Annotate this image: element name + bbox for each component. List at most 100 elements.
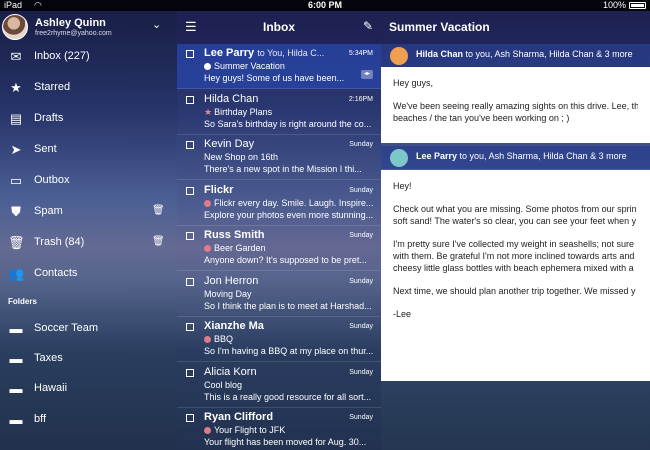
empty-spam-trash-icon[interactable]: 🗑 — [152, 205, 165, 216]
message-preview: This is a really good resource for all s… — [204, 391, 372, 402]
reading-pane: Summer Vacation Hilda Chan to you, Ash S… — [381, 11, 650, 450]
account-switcher[interactable]: Ashley Quinn free2rhyme@yahoo.com ⌄ — [0, 11, 177, 43]
outbox-tray-icon: ▭ — [9, 173, 23, 188]
recipients: to You, Hilda C... — [257, 48, 325, 58]
message-from: Russ Smith — [204, 229, 354, 241]
sender-name: Jon Herron — [204, 274, 259, 287]
message-from: Jon Herron — [204, 275, 354, 287]
folder-item-soccer-team[interactable]: ▬ Soccer Team — [0, 315, 177, 343]
chevron-down-icon[interactable]: ⌄ — [152, 18, 161, 31]
label-dot-icon — [204, 336, 211, 343]
sender-name: Flickr — [204, 183, 234, 196]
folder-icon: ▬ — [9, 381, 23, 396]
message-list-pane: ☰ Inbox ✎ Lee Parry to You, Hilda C... 5:… — [177, 11, 381, 450]
folder-icon: ▬ — [9, 351, 23, 366]
sidebar-item-label: Contacts — [34, 267, 78, 279]
message-checkbox[interactable] — [186, 95, 194, 104]
message-from: Xianzhe Ma — [204, 320, 354, 332]
sender-name: Hilda Chan — [204, 92, 259, 105]
sender-name: Lee Parry — [204, 47, 255, 59]
recipients: to you, Ash Sharma, Hilda Chan & 3 more — [459, 151, 627, 161]
sender-avatar — [390, 47, 408, 65]
sidebar-item-label: Inbox (227) — [34, 50, 90, 62]
message-time: Sunday — [349, 414, 373, 421]
message-row[interactable]: Kevin Day Sunday New Shop on 16th There's … — [177, 135, 381, 180]
sidebar-item-label: Drafts — [34, 112, 64, 124]
message-subject: Moving Day — [204, 289, 252, 299]
message-from: Ryan Clifford — [204, 411, 354, 423]
message-row[interactable]: Ryan Clifford Sunday Your Flight to JFK Yo… — [177, 408, 381, 450]
sidebar-item-drafts[interactable]: ▤ Drafts — [0, 105, 177, 133]
sidebar-item-label: Sent — [34, 143, 57, 155]
message-preview: Hey guys! Some of us have been... — [204, 73, 345, 83]
account-name: Ashley Quinn — [35, 17, 106, 29]
message-row[interactable]: Jon Herron Sunday Moving Day So I think th… — [177, 272, 381, 317]
message-from: Alicia Korn — [204, 366, 354, 378]
paper-plane-icon: ➤ — [10, 142, 22, 157]
sidebar-item-contacts[interactable]: 👥 Contacts — [0, 260, 177, 288]
folder-label: Taxes — [34, 352, 63, 364]
message-time: Sunday — [349, 186, 373, 194]
account-email: free2rhyme@yahoo.com — [35, 30, 112, 37]
folder-item-hawaii[interactable]: ▬ Hawaii — [0, 375, 177, 403]
folders-header: Folders — [8, 297, 37, 306]
shield-icon: ⛊ — [11, 204, 21, 219]
sidebar-item-label: Trash (84) — [34, 236, 85, 248]
message-checkbox[interactable] — [186, 50, 194, 58]
subject-text: Summer Vacation — [214, 61, 285, 71]
sidebar-item-trash[interactable]: 🗑 Trash (84) 🗑 — [0, 229, 177, 257]
message-row[interactable]: Lee Parry to You, Hilda C... 5:34PM Summer… — [177, 44, 381, 89]
subject-text: Moving Day — [204, 288, 252, 299]
sender-name: Alicia Korn — [204, 365, 257, 378]
folder-label: bff — [34, 413, 47, 425]
message-checkbox[interactable] — [186, 323, 194, 331]
body-text: Hey! — [393, 181, 412, 191]
message-subject: ★ Birthday Plans — [204, 107, 272, 118]
message-from: Hilda Chan — [204, 93, 354, 105]
message-checkbox[interactable] — [186, 414, 194, 422]
folder-item-taxes[interactable]: ▬ Taxes — [0, 345, 177, 373]
sidebar-item-starred[interactable]: ★ Starred — [0, 74, 177, 102]
message-checkbox[interactable] — [186, 277, 194, 286]
message-subject: Beer Garden — [204, 243, 266, 253]
body-text: -Lee — [393, 309, 412, 319]
message-time: Sunday — [349, 323, 373, 330]
message-preview: So Sara's birthday is right around the c… — [204, 118, 372, 129]
subject-text: BBQ — [214, 334, 234, 344]
sidebar-item-spam[interactable]: ⛊ Spam 🗑 — [0, 198, 177, 226]
empty-trash-icon[interactable]: 🗑 — [152, 236, 165, 247]
message-preview: There's a new spot in the Mission I thi.… — [204, 164, 362, 174]
message-row[interactable]: Xianzhe Ma Sunday BBQ So I'm having a BBQ … — [177, 317, 381, 362]
message-row[interactable]: Russ Smith Sunday Beer Garden Anyone down?… — [177, 226, 381, 271]
message-checkbox[interactable] — [186, 368, 194, 377]
sidebar-item-inbox[interactable]: ✉ Inbox (227) — [0, 43, 177, 71]
body-text: soft sand! The water's so clear, you can… — [393, 216, 637, 226]
message-time: 2:16PM — [348, 95, 373, 103]
message-subject: New Shop on 16th — [204, 152, 278, 162]
sidebar-item-sent[interactable]: ➤ Sent — [0, 136, 177, 164]
star-icon[interactable]: ★ — [204, 107, 212, 117]
message-checkbox[interactable] — [186, 141, 194, 149]
sidebar-item-outbox[interactable]: ▭ Outbox — [0, 167, 177, 195]
message-from: Lee Parry to You, Hilda C... — [204, 47, 354, 59]
message-row[interactable]: Alicia Korn Sunday Cool blog This is a rea… — [177, 363, 381, 408]
sender-name: Hilda Chan — [416, 49, 464, 59]
message-checkbox[interactable] — [186, 186, 194, 195]
avatar — [2, 14, 28, 40]
thread-message-header[interactable]: Lee Parry to you, Ash Sharma, Hilda Chan… — [381, 146, 650, 169]
message-row[interactable]: Hilda Chan 2:16PM ★ Birthday Plans So Sara'… — [177, 90, 381, 135]
thread-message-header[interactable]: Hilda Chan to you, Ash Sharma, Hilda Cha… — [381, 44, 650, 67]
folder-item-bff[interactable]: ▬ bff — [0, 406, 177, 434]
message-subject: Flickr every day. Smile. Laugh. Inspire.… — [204, 198, 373, 208]
thread-expand-icon[interactable]: ◂▸ — [361, 70, 373, 79]
subject-text: Cool blog — [204, 379, 243, 390]
body-text: I'm pretty sure I've collected my weight… — [393, 239, 635, 249]
compose-icon[interactable]: ✎ — [363, 19, 373, 33]
message-row[interactable]: Flickr Sunday Flickr every day. Smile. La… — [177, 181, 381, 226]
envelope-icon: ✉ — [10, 49, 22, 64]
message-preview: Your flight has been moved for Aug. 30..… — [204, 437, 367, 447]
message-checkbox[interactable] — [186, 232, 194, 240]
label-dot-icon — [204, 427, 211, 434]
folder-label: Soccer Team — [34, 322, 98, 334]
body-text: We've been seeing really amazing sights … — [393, 101, 638, 111]
